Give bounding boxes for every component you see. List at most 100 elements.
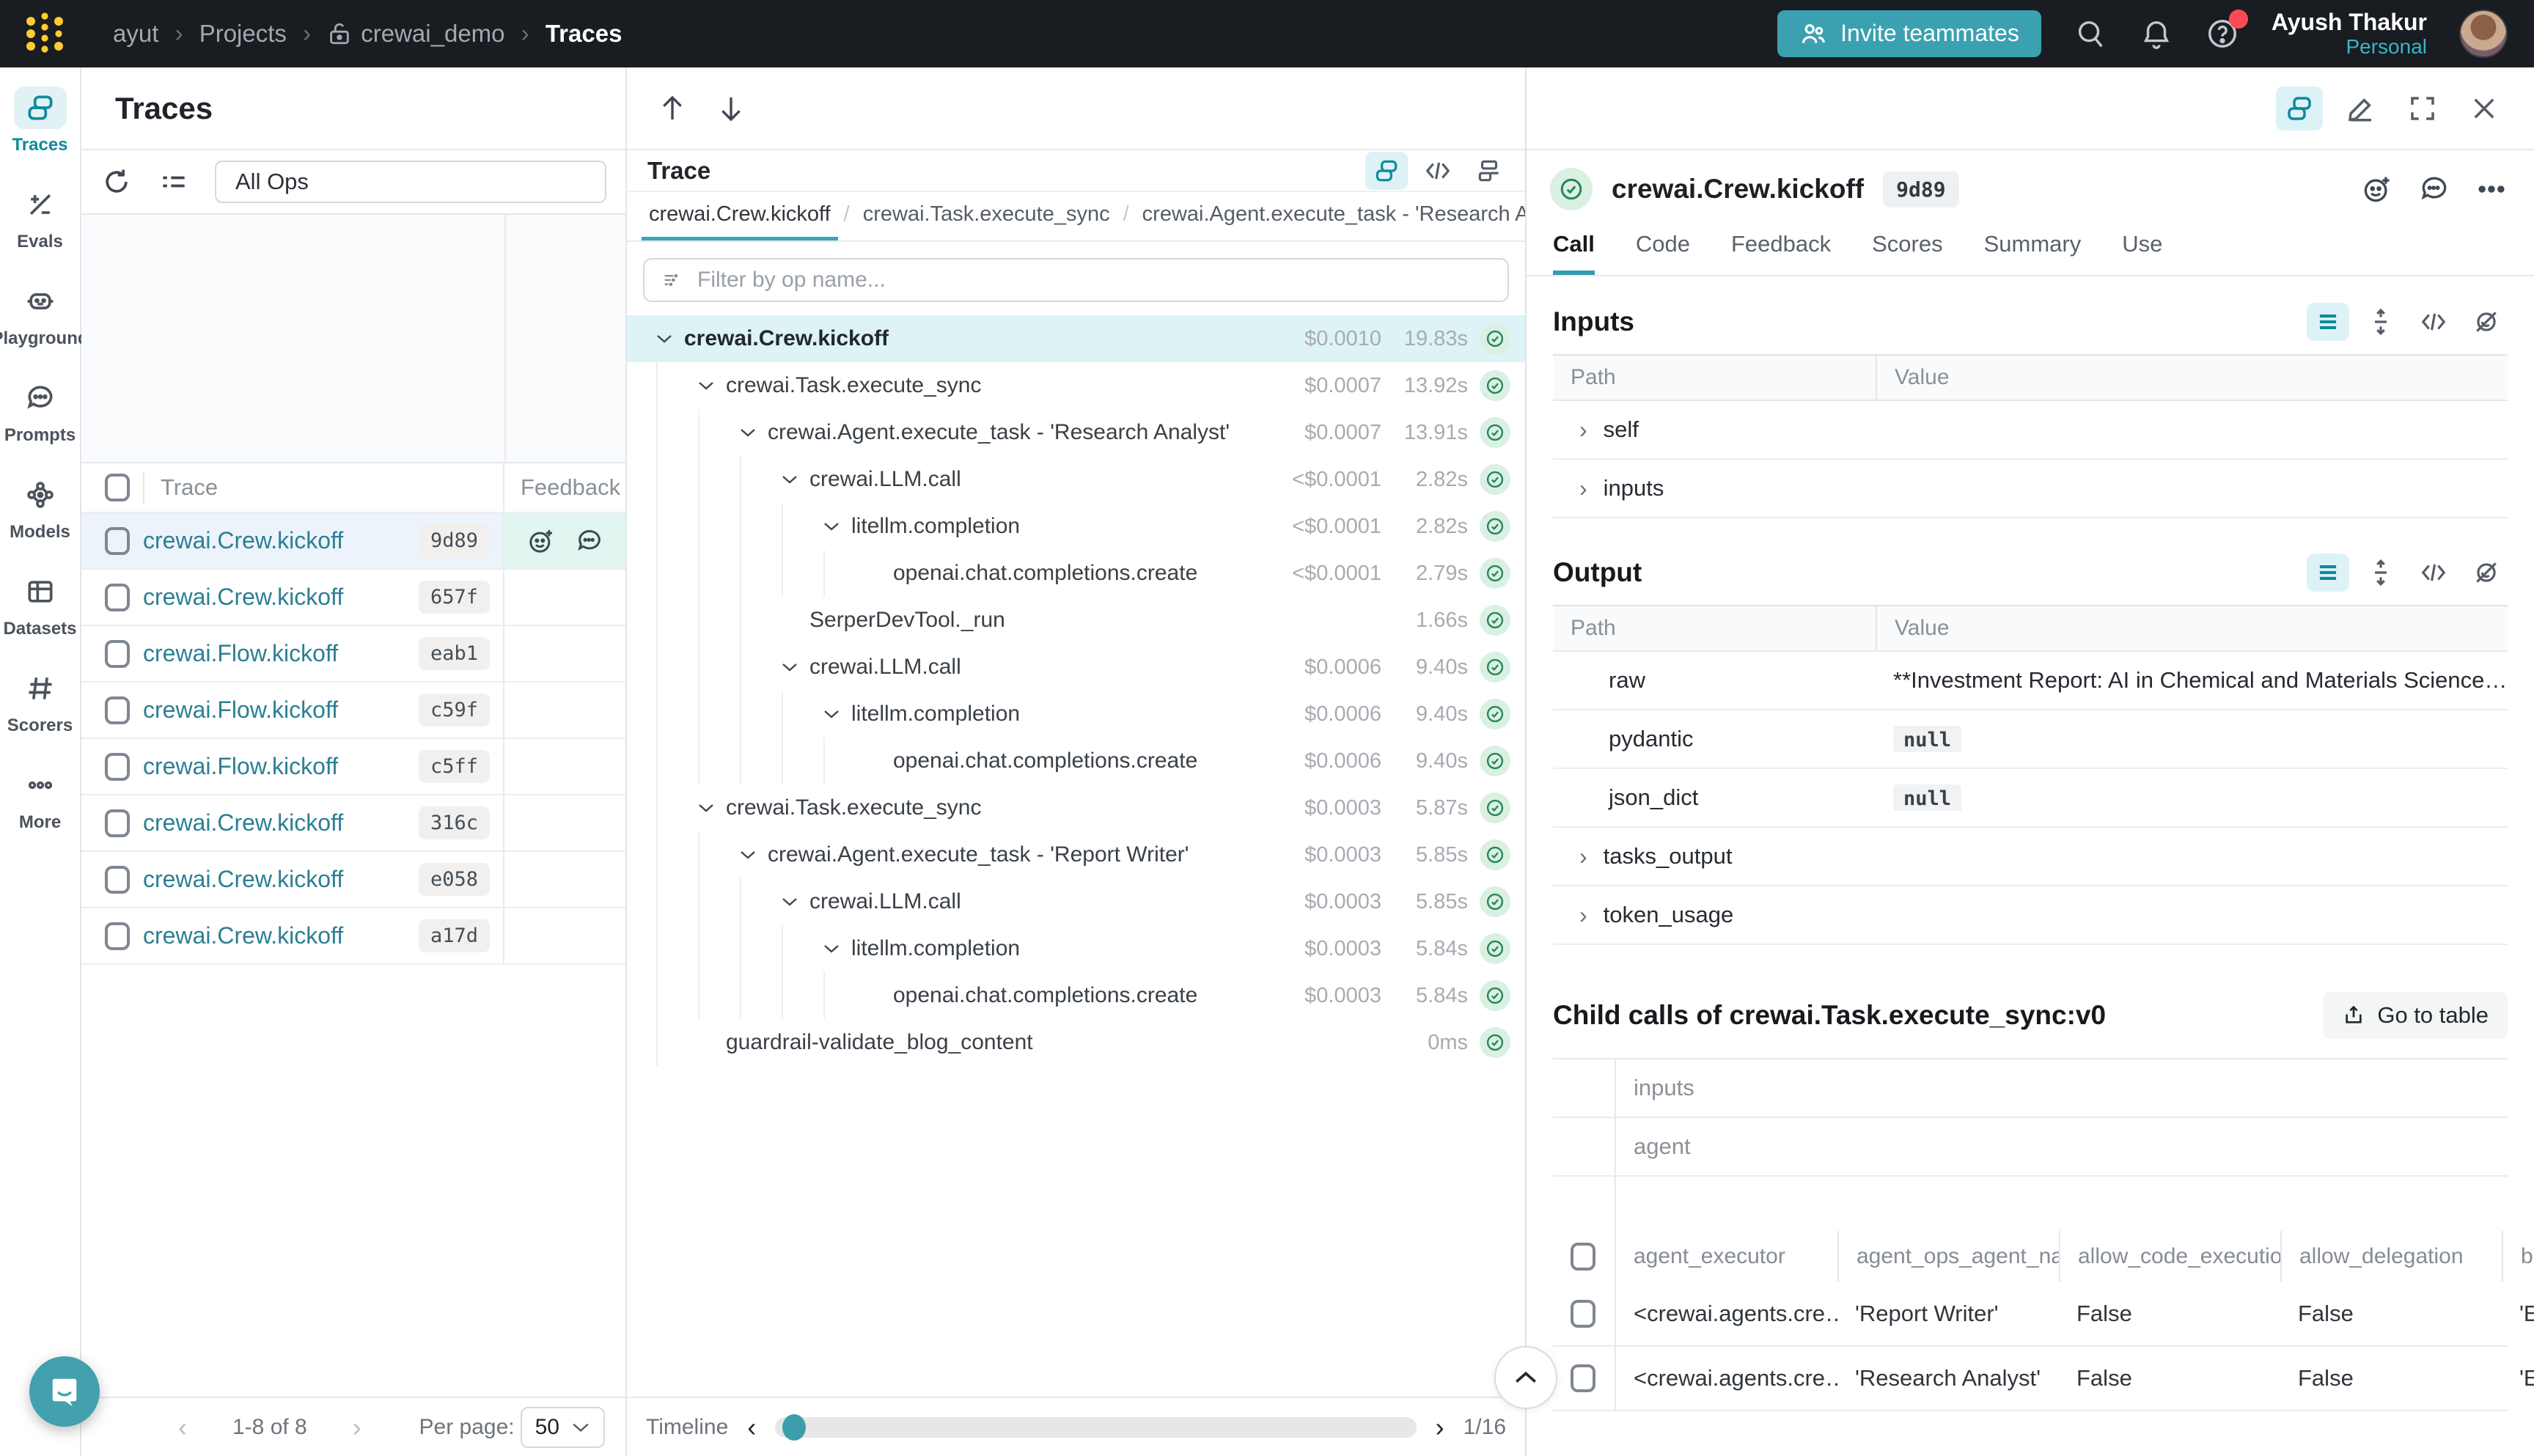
table-row[interactable]: <crewai.agents.cre… 'Research Analyst' F…: [1553, 1347, 2508, 1411]
chevron-down-icon[interactable]: [823, 709, 848, 719]
tab-code[interactable]: Code: [1636, 231, 1690, 275]
span-row[interactable]: crewai.LLM.call $0.00069.40s: [627, 644, 1525, 691]
op-filter-field[interactable]: [643, 258, 1509, 302]
span-row[interactable]: crewai.LLM.call $0.00035.85s: [627, 878, 1525, 925]
op-filter-input[interactable]: [697, 268, 1491, 293]
chevron-right-icon[interactable]: ›: [1579, 416, 1587, 444]
output-row-tasks-output[interactable]: ›tasks_output: [1553, 828, 2508, 886]
row-checkbox[interactable]: [105, 640, 130, 668]
expand-button[interactable]: [2399, 87, 2446, 130]
chevron-down-icon[interactable]: [698, 803, 723, 813]
chevron-down-icon[interactable]: [782, 662, 807, 672]
span-row[interactable]: crewai.Crew.kickoff $0.001019.83s: [627, 315, 1525, 362]
chevron-down-icon[interactable]: [782, 897, 807, 907]
per-page-select[interactable]: 50: [521, 1407, 605, 1448]
trace-breadcrumb-tab[interactable]: crewai.Agent.execute_task - 'Research An…: [1135, 202, 1525, 242]
next-page-chevron[interactable]: ›: [342, 1413, 372, 1442]
span-row[interactable]: openai.chat.completions.create $0.00069.…: [627, 738, 1525, 784]
invite-teammates-button[interactable]: Invite teammates: [1777, 10, 2041, 57]
edit-button[interactable]: [2337, 87, 2384, 130]
tab-feedback[interactable]: Feedback: [1731, 231, 1831, 275]
table-row[interactable]: <crewai.agents.cre… 'Report Writer' Fals…: [1553, 1282, 2508, 1347]
table-row[interactable]: crewai.Flow.kickoff c59f: [81, 683, 625, 739]
timeline-slider[interactable]: [775, 1417, 1416, 1438]
sidebar-item-evals[interactable]: Evals: [0, 183, 80, 252]
list-view-button[interactable]: [2307, 303, 2349, 341]
expand-rows-button[interactable]: [2359, 303, 2402, 341]
refresh-icon[interactable]: [100, 166, 133, 198]
tab-scores[interactable]: Scores: [1872, 231, 1942, 275]
column-settings-icon[interactable]: [158, 166, 190, 198]
sidebar-item-traces[interactable]: Traces: [0, 87, 80, 155]
row-checkbox[interactable]: [105, 527, 130, 555]
hide-values-button[interactable]: [2465, 303, 2508, 341]
chevron-down-icon[interactable]: [698, 380, 723, 391]
timeline-prev-chevron[interactable]: ‹: [747, 1412, 756, 1443]
expand-rows-button[interactable]: [2359, 554, 2402, 592]
comment-icon[interactable]: [575, 526, 604, 556]
span-row[interactable]: openai.chat.completions.create $0.00035.…: [627, 972, 1525, 1019]
chevron-right-icon[interactable]: ›: [1579, 843, 1587, 870]
select-all-checkbox[interactable]: [105, 474, 130, 501]
span-row[interactable]: litellm.completion $0.00069.40s: [627, 691, 1525, 738]
arrow-up-icon[interactable]: [658, 92, 687, 125]
row-checkbox[interactable]: [105, 753, 130, 781]
tree-toggle-button[interactable]: [2276, 87, 2323, 130]
timeline-slider-thumb[interactable]: [782, 1414, 806, 1441]
close-button[interactable]: [2461, 87, 2508, 130]
row-checkbox[interactable]: [1571, 1300, 1595, 1328]
sidebar-item-playground[interactable]: Playground: [0, 280, 80, 349]
help-icon[interactable]: [2206, 17, 2239, 51]
chevron-right-icon[interactable]: ›: [1579, 902, 1587, 929]
span-row[interactable]: crewai.Agent.execute_task - 'Report Writ…: [627, 831, 1525, 878]
code-view-button[interactable]: [1417, 152, 1459, 190]
table-row[interactable]: crewai.Crew.kickoff 316c: [81, 795, 625, 852]
row-checkbox[interactable]: [1571, 1364, 1595, 1392]
row-checkbox[interactable]: [105, 809, 130, 837]
tree-view-button[interactable]: [1365, 152, 1408, 190]
span-row[interactable]: crewai.Agent.execute_task - 'Research An…: [627, 409, 1525, 456]
table-row[interactable]: crewai.Flow.kickoff eab1: [81, 626, 625, 683]
span-row[interactable]: litellm.completion $0.00035.84s: [627, 925, 1525, 972]
table-row[interactable]: crewai.Crew.kickoff e058: [81, 852, 625, 908]
input-row-inputs[interactable]: ›inputs: [1553, 460, 2508, 518]
timeline-next-chevron[interactable]: ›: [1436, 1412, 1444, 1443]
notifications-bell-icon[interactable]: [2140, 17, 2173, 51]
code-view-button[interactable]: [2412, 554, 2455, 592]
input-row-self[interactable]: ›self: [1553, 401, 2508, 460]
breadcrumb-entity[interactable]: ayut: [113, 20, 158, 48]
tab-use[interactable]: Use: [2122, 231, 2162, 275]
column-header[interactable]: allow_code_execution: [2059, 1231, 2280, 1282]
table-row[interactable]: crewai.Flow.kickoff c5ff: [81, 739, 625, 795]
span-row[interactable]: openai.chat.completions.create <$0.00012…: [627, 550, 1525, 597]
wandb-logo-icon[interactable]: [21, 10, 69, 58]
span-row[interactable]: crewai.Task.execute_sync $0.00035.87s: [627, 784, 1525, 831]
hide-values-button[interactable]: [2465, 554, 2508, 592]
table-row[interactable]: crewai.Crew.kickoff 9d89: [81, 513, 625, 570]
sidebar-item-scorers[interactable]: Scorers: [0, 667, 80, 736]
prev-page-chevron[interactable]: ‹: [168, 1413, 197, 1442]
trace-breadcrumb-tab[interactable]: crewai.Crew.kickoff: [642, 202, 838, 242]
breadcrumb-project[interactable]: crewai_demo: [327, 20, 504, 48]
table-row[interactable]: crewai.Crew.kickoff a17d: [81, 908, 625, 965]
breadcrumb-projects[interactable]: Projects: [199, 20, 287, 48]
sidebar-item-datasets[interactable]: Datasets: [0, 570, 80, 639]
output-row-raw[interactable]: raw **Investment Report: AI in Chemical …: [1553, 652, 2508, 710]
column-header[interactable]: allow_delegation: [2280, 1231, 2502, 1282]
span-row[interactable]: crewai.LLM.call <$0.00012.82s: [627, 456, 1525, 503]
go-to-table-button[interactable]: Go to table: [2323, 992, 2508, 1039]
chevron-down-icon[interactable]: [823, 521, 848, 532]
span-row[interactable]: guardrail-validate_blog_content 0ms: [627, 1019, 1525, 1066]
overflow-menu-icon[interactable]: [2475, 173, 2508, 205]
sidebar-item-models[interactable]: Models: [0, 474, 80, 543]
user-menu[interactable]: Ayush Thakur Personal: [2272, 9, 2427, 59]
select-all-checkbox[interactable]: [1571, 1243, 1595, 1271]
chevron-right-icon[interactable]: ›: [1579, 475, 1587, 502]
sidebar-item-prompts[interactable]: Prompts: [0, 377, 80, 446]
list-view-button[interactable]: [2307, 554, 2349, 592]
output-row-json-dict[interactable]: json_dict null: [1553, 769, 2508, 828]
breadcrumb-page[interactable]: Traces: [546, 20, 623, 48]
comment-icon[interactable]: [2418, 173, 2450, 205]
column-header[interactable]: agent_ops_agent_nan: [1837, 1231, 2059, 1282]
add-emoji-icon[interactable]: [2361, 173, 2393, 205]
